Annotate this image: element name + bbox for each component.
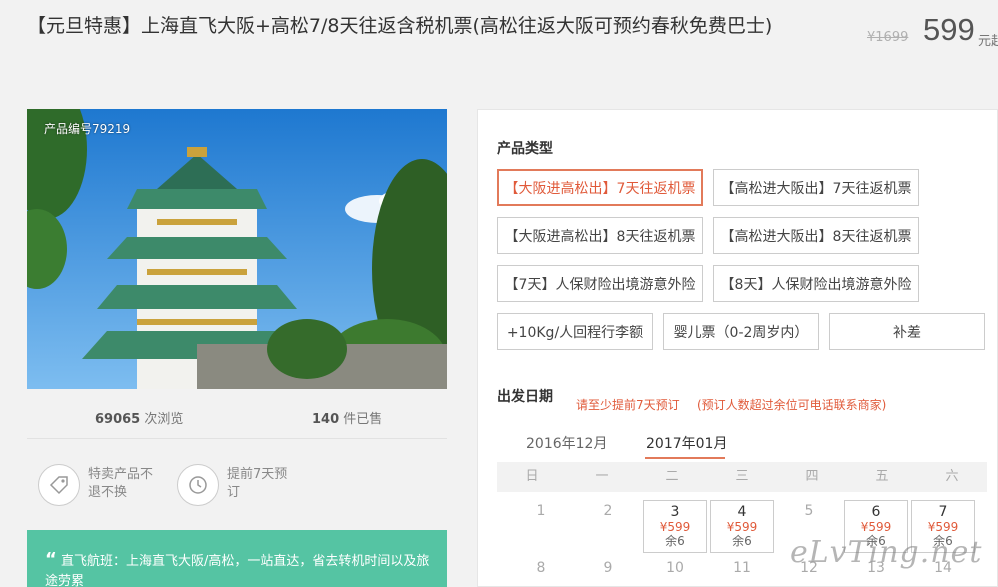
weekday-header: 日 一 二 三 四 五 六 [497,462,987,492]
clock-history-icon [177,464,219,506]
osaka-castle-image [27,109,447,389]
calendar-day: 8 [536,560,546,576]
month-tab-prev[interactable]: 2016年12月 [526,433,607,453]
product-title: 【元旦特惠】上海直飞大阪+高松7/8天往返含税机票(高松往返大阪可预约春秋免费巴… [27,15,773,37]
option-osaka-in-takamatsu-out-7d[interactable]: 【大阪进高松出】7天往返机票 [497,169,703,206]
option-insurance-8d[interactable]: 【8天】人保财险出境游意外险 [713,265,919,302]
calendar-day: 5 [804,503,814,519]
day-number: 6 [871,504,881,520]
product-type-label: 产品类型 [497,141,553,157]
advance-booking-hint: 请至少提前7天预订 [576,398,680,412]
calendar-day: 9 [603,560,613,576]
calendar-day: 10 [666,560,684,576]
product-page: 【元旦特惠】上海直飞大阪+高松7/8天往返含税机票(高松往返大阪可预约春秋免费巴… [0,0,998,587]
active-month-indicator [645,457,725,459]
quote-mark: “ [45,549,57,570]
divider [27,438,447,439]
option-osaka-in-takamatsu-out-8d[interactable]: 【大阪进高松出】8天往返机票 [497,217,703,254]
day-price: ¥599 [927,520,959,534]
weekday: 六 [945,469,959,484]
sold-stat: 140 件已售 [312,408,382,427]
views-label: 次浏览 [144,412,184,427]
original-price: ¥1699 [867,30,909,45]
month-tab-current[interactable]: 2017年01月 [646,433,727,453]
weekday: 一 [595,469,609,484]
option-takamatsu-in-osaka-out-7d[interactable]: 【高松进大阪出】7天往返机票 [713,169,919,206]
option-extra-baggage[interactable]: +10Kg/人回程行李额 [497,313,653,350]
contact-merchant-hint: (预订人数超过余位可电话联系商家) [697,398,887,412]
day-price: ¥599 [860,520,892,534]
calendar-day: 1 [536,503,546,519]
booking-panel: 产品类型 【大阪进高松出】7天往返机票 【高松进大阪出】7天往返机票 【大阪进高… [477,109,998,587]
weekday: 四 [805,469,819,484]
day-price: ¥599 [726,520,758,534]
weekday: 日 [525,469,539,484]
seats-left: 余6 [732,534,752,548]
calendar-day-available[interactable]: 3 ¥599 余6 [643,500,707,553]
feature-no-refund: 特卖产品不退不换 [38,464,154,506]
day-number: 4 [737,504,747,520]
option-price-difference[interactable]: 补差 [829,313,985,350]
calendar-day-available[interactable]: 4 ¥599 余6 [710,500,774,553]
current-price: 599 [923,12,975,47]
day-price: ¥599 [659,520,691,534]
feature-text: 提前7天预订 [227,467,288,500]
weekday: 二 [665,469,679,484]
day-number: 7 [938,504,948,520]
views-count: 69065 [95,412,141,427]
price-unit: 元起 [978,34,998,49]
product-photo [27,109,447,389]
option-takamatsu-in-osaka-out-8d[interactable]: 【高松进大阪出】8天往返机票 [713,217,919,254]
product-number: 产品编号79219 [44,122,131,136]
calendar-day: 11 [733,560,751,576]
sold-count: 140 [312,412,340,427]
feature-book-ahead: 提前7天预订 [177,464,293,506]
weekday: 五 [875,469,889,484]
feature-text: 特卖产品不退不换 [88,467,154,500]
watermark: eLvTing.net [790,535,983,570]
quote-text: 直飞航班：上海直飞大阪/高松，一站直达，省去转机时间以及旅途劳累 [45,554,430,587]
weekday: 三 [735,469,749,484]
option-infant-ticket[interactable]: 婴儿票（0-2周岁内） [663,313,819,350]
tag-icon [38,464,80,506]
seats-left: 余6 [665,534,685,548]
highlight-quote: “ 直飞航班：上海直飞大阪/高松，一站直达，省去转机时间以及旅途劳累 [27,530,447,587]
departure-date-label: 出发日期 [497,389,553,405]
day-number: 3 [670,504,680,520]
calendar-day: 2 [603,503,613,519]
views-stat: 69065 次浏览 [95,408,183,427]
option-insurance-7d[interactable]: 【7天】人保财险出境游意外险 [497,265,703,302]
sold-label: 件已售 [343,412,383,427]
